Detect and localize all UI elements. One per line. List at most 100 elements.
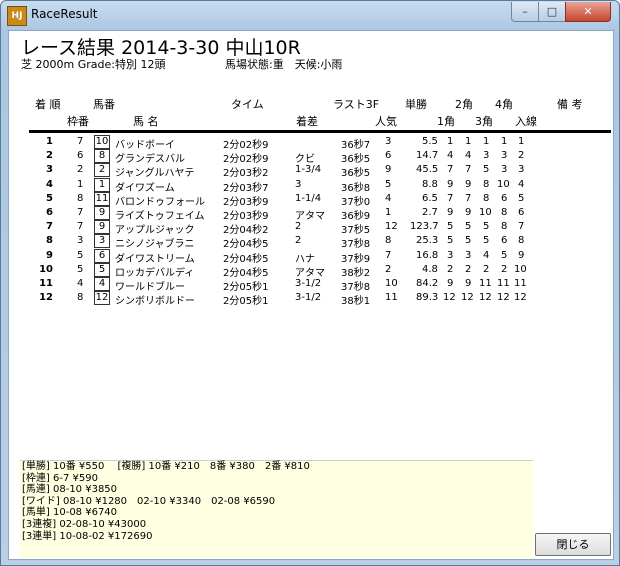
corner3-cell: 5 — [483, 221, 490, 233]
minimize-button[interactable]: – — [511, 2, 539, 22]
entry-cell: 11 — [514, 278, 527, 289]
corner3-cell: 12 — [479, 292, 492, 304]
corner4-cell: 2 — [501, 263, 508, 275]
corner2-cell: 9 — [465, 178, 472, 190]
corner4-cell: 11 — [497, 278, 510, 289]
corner3-cell: 10 — [479, 207, 492, 218]
frame-cell: 7 — [77, 221, 84, 233]
corner1-cell: 9 — [447, 178, 454, 190]
frame-cell: 2 — [77, 164, 84, 176]
header-divider — [29, 130, 611, 133]
table-row: 9 5 6 ダイワストリーム 2分04秒5 ハナ 37秒9 7 16.8 3 3 4 5 9 — [9, 248, 613, 265]
horse-number-cell: 6 — [94, 248, 110, 263]
odds-cell: 16.8 — [416, 249, 439, 261]
entry-cell: 5 — [518, 192, 525, 204]
close-window-button[interactable]: ✕ — [565, 2, 611, 22]
margin-cell: 2 — [295, 221, 302, 233]
margin-cell: 1-1/4 — [295, 192, 322, 204]
corner1-cell: 7 — [447, 164, 454, 176]
popularity-cell: 4 — [385, 192, 392, 204]
table-row: 12 8 12 シンボリボルドー 2分05秒1 3-1/2 38秒1 11 89.3 12 12 12… — [9, 291, 613, 308]
client-area: レース結果 2014-3-30 中山10R 芝 2000m Grade:特別 1… — [8, 30, 614, 560]
horse-name-cell: シンボリボルドー — [115, 296, 195, 308]
title-bar[interactable]: HJ RaceResult – □ ✕ — [1, 1, 619, 31]
header-margin: 着差 — [296, 115, 318, 128]
corner2-cell: 5 — [465, 221, 472, 233]
popularity-cell: 12 — [385, 221, 398, 233]
maximize-button[interactable]: □ — [538, 2, 566, 22]
corner1-cell: 1 — [447, 136, 454, 147]
table-row: 4 1 1 ダイワズーム 2分03秒7 3 36秒8 5 8.8 9 9 8 10 4 — [9, 177, 613, 194]
popularity-cell: 5 — [385, 178, 392, 190]
corner1-cell: 7 — [447, 192, 454, 204]
finish-position-cell: 4 — [46, 178, 53, 190]
frame-cell: 4 — [77, 278, 84, 289]
entry-cell: 4 — [518, 178, 525, 190]
corner2-cell: 2 — [465, 263, 472, 275]
popularity-cell: 2 — [385, 263, 392, 275]
corner2-cell: 1 — [465, 136, 472, 147]
corner2-cell: 9 — [465, 278, 472, 289]
finish-position-cell: 6 — [46, 207, 53, 218]
header-win: 単勝 — [405, 98, 427, 111]
corner4-cell: 6 — [501, 235, 508, 247]
header-order: 着 順 — [35, 98, 61, 111]
table-row: 6 7 9 ライズトゥフェイム 2分03秒9 アタマ 36秒9 1 2.7 9 9 10 8 6 — [9, 206, 613, 222]
popularity-cell: 10 — [385, 278, 398, 289]
payout-line: [枠連] 6-7 ¥590 — [22, 472, 98, 484]
header-corner4: 4角 — [495, 98, 513, 111]
finish-position-cell: 8 — [46, 235, 53, 247]
odds-cell: 123.7 — [410, 221, 439, 233]
corner3-cell: 1 — [483, 136, 490, 147]
horse-number-cell: 2 — [94, 163, 110, 178]
corner4-cell: 8 — [501, 221, 508, 233]
entry-cell: 10 — [514, 263, 527, 275]
header-horse-num: 馬番 — [93, 98, 115, 111]
entry-cell: 3 — [518, 164, 525, 176]
corner2-cell: 9 — [465, 207, 472, 218]
horse-number-cell: 11 — [94, 191, 110, 206]
header-corner1: 1角 — [437, 115, 455, 128]
frame-cell: 6 — [77, 150, 84, 162]
header-frame: 枠番 — [67, 115, 89, 128]
payout-line: [単勝] 10番 ¥550 [複勝] 10番 ¥210 8番 ¥380 2番 ¥… — [22, 461, 310, 472]
corner1-cell: 2 — [447, 263, 454, 275]
finish-position-cell: 5 — [46, 192, 53, 204]
header-entry: 入線 — [515, 115, 537, 128]
frame-cell: 8 — [77, 292, 84, 304]
header-name: 馬 名 — [133, 115, 159, 128]
odds-cell: 14.7 — [416, 150, 439, 162]
margin-cell: 3 — [295, 178, 302, 190]
payout-line: [ワイド] 08-10 ¥1280 02-10 ¥3340 02-08 ¥659… — [22, 495, 276, 507]
frame-cell: 7 — [77, 207, 84, 218]
corner4-cell: 5 — [501, 249, 508, 261]
frame-cell: 5 — [77, 249, 84, 261]
table-row: 2 6 8 グランデスバル 2分02秒9 クビ 36秒5 6 14.7 4 4 3 3 2 — [9, 149, 613, 165]
horse-number-cell: 8 — [94, 149, 110, 164]
race-conditions: 芝 2000m Grade:特別 12頭 — [21, 58, 166, 71]
corner3-cell: 4 — [483, 249, 490, 261]
finish-position-cell: 9 — [46, 249, 53, 261]
horse-number-cell: 1 — [94, 177, 110, 192]
corner3-cell: 3 — [483, 150, 490, 162]
finish-position-cell: 1 — [46, 136, 53, 147]
margin-cell: 3-1/2 — [295, 278, 322, 289]
header-last3f: ラスト3F — [333, 98, 380, 111]
corner3-cell: 8 — [483, 192, 490, 204]
entry-cell: 12 — [514, 292, 527, 304]
header-corner3: 3角 — [475, 115, 493, 128]
table-row: 1 7 10 バッドボーイ 2分02秒9 36秒7 3 5.5 1 1 1 1 1 — [9, 135, 613, 151]
odds-cell: 2.7 — [422, 207, 438, 218]
odds-cell: 89.3 — [416, 292, 439, 304]
horse-number-cell: 4 — [94, 277, 110, 291]
horse-number-cell: 12 — [94, 291, 110, 306]
payout-line: [馬単] 10-08 ¥6740 — [22, 507, 118, 519]
corner2-cell: 5 — [465, 235, 472, 247]
odds-cell: 8.8 — [422, 178, 438, 190]
close-button[interactable]: 閉じる — [535, 533, 611, 556]
table-row: 11 4 4 ワールドブルー 2分05秒1 3-1/2 37秒8 10 84.2 9 9 11 11 11 — [9, 277, 613, 293]
entry-cell: 6 — [518, 207, 525, 218]
popularity-cell: 9 — [385, 164, 392, 176]
corner3-cell: 5 — [483, 164, 490, 176]
frame-cell: 7 — [77, 136, 84, 147]
